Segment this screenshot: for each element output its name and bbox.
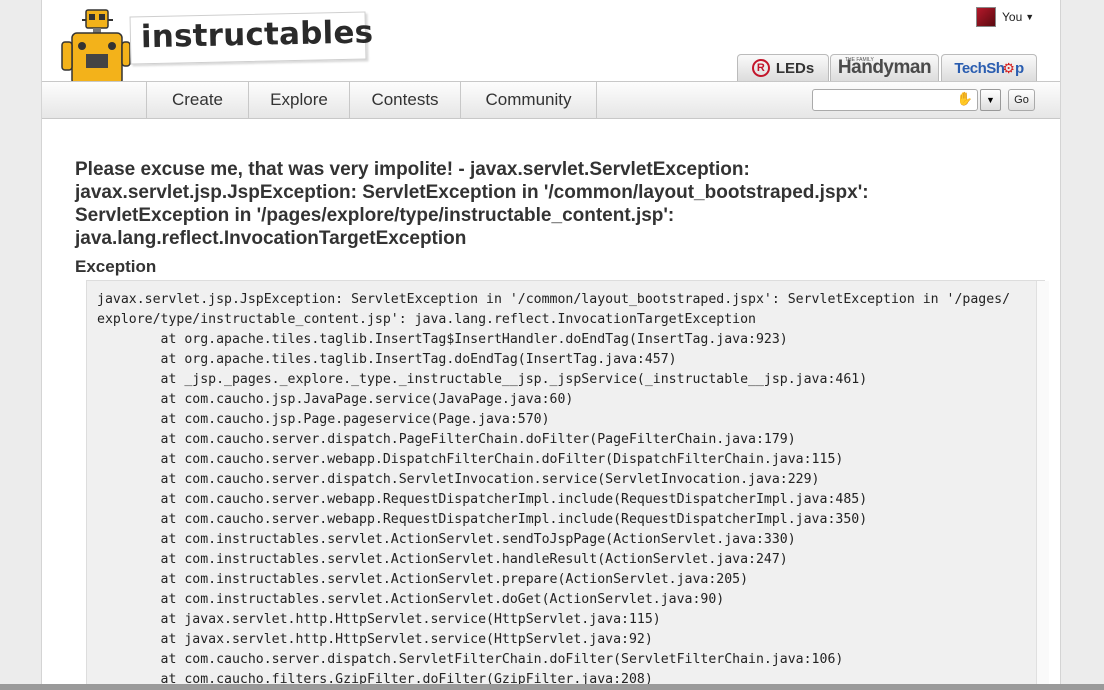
stack-trace-text: javax.servlet.jsp.JspException: ServletE… [97,290,1032,690]
site-logo[interactable]: instructables [129,11,374,65]
gear-icon: ⚙ [1002,59,1015,76]
handyman-subtitle: THE FAMILY [845,57,874,63]
scrollbar[interactable] [1036,281,1049,690]
stack-line: javax.servlet.jsp.JspException: ServletE… [97,292,1011,307]
site-header: instructables You ▼ R LEDs THE FAMILY Ha… [42,0,1060,107]
hand-icon: ✋ [956,91,973,106]
stack-line: at com.instructables.servlet.ActionServl… [97,572,749,587]
stack-line: at com.caucho.server.dispatch.ServletFil… [97,652,844,667]
logo-text: instructables [140,14,374,56]
stack-line: at org.apache.tiles.taglib.InsertTag.doE… [97,352,677,367]
stack-line: at javax.servlet.http.HttpServlet.servic… [97,632,653,647]
tab-techshop-suffix: p [1014,59,1024,77]
exception-heading: Exception [75,257,157,276]
error-title: Please excuse me, that was very impolite… [75,159,869,249]
main-nav: Create Explore Contests Community ✋ ▼ Go [42,81,1060,119]
stack-line: at com.caucho.jsp.Page.pageservice(Page.… [97,412,550,427]
tab-leds[interactable]: R LEDs [737,54,829,81]
tab-techshop-label: TechSh [954,59,1005,77]
stack-line: at _jsp._pages._explore._type._instructa… [97,372,868,387]
nav-create[interactable]: Create [146,82,248,118]
stack-line: at com.caucho.server.webapp.RequestDispa… [97,512,868,527]
user-label: You [1002,10,1023,24]
tab-leds-label: LEDs [775,59,815,77]
stack-line: at com.instructables.servlet.ActionServl… [97,552,788,567]
stack-line: at org.apache.tiles.taglib.InsertTag$Ins… [97,332,788,347]
avatar[interactable] [976,7,996,27]
stack-line: at com.caucho.server.webapp.RequestDispa… [97,492,868,507]
window-bottom-edge [0,684,1104,690]
leds-badge-icon: R [751,59,770,77]
stack-line: at com.caucho.server.dispatch.ServletInv… [97,472,820,487]
stack-line: explore/type/instructable_content.jsp': … [97,312,756,327]
go-button[interactable]: Go [1008,89,1035,111]
page-container: instructables You ▼ R LEDs THE FAMILY Ha… [41,0,1061,690]
stack-line: at com.caucho.server.dispatch.PageFilter… [97,432,796,447]
stack-trace-box[interactable]: javax.servlet.jsp.JspException: ServletE… [86,280,1049,690]
search-dropdown-button[interactable]: ▼ [980,89,1001,111]
nav-contests[interactable]: Contests [349,82,460,118]
stack-line: at com.caucho.server.webapp.DispatchFilt… [97,452,844,467]
nav-community[interactable]: Community [460,82,597,118]
nav-explore[interactable]: Explore [248,82,349,118]
stack-line: at com.instructables.servlet.ActionServl… [97,532,796,547]
search-input[interactable]: ✋ [812,89,978,111]
stack-line: at com.instructables.servlet.ActionServl… [97,592,725,607]
caret-down-icon: ▼ [1025,12,1035,22]
stack-line: at com.caucho.jsp.JavaPage.service(JavaP… [97,392,574,407]
chevron-down-icon: ▼ [986,95,995,105]
tab-techshop[interactable]: TechSh ⚙ p [941,54,1037,81]
stack-line: at javax.servlet.http.HttpServlet.servic… [97,612,661,627]
tab-handyman[interactable]: THE FAMILY Handyman [830,54,939,81]
user-menu[interactable]: You ▼ [976,7,1035,27]
